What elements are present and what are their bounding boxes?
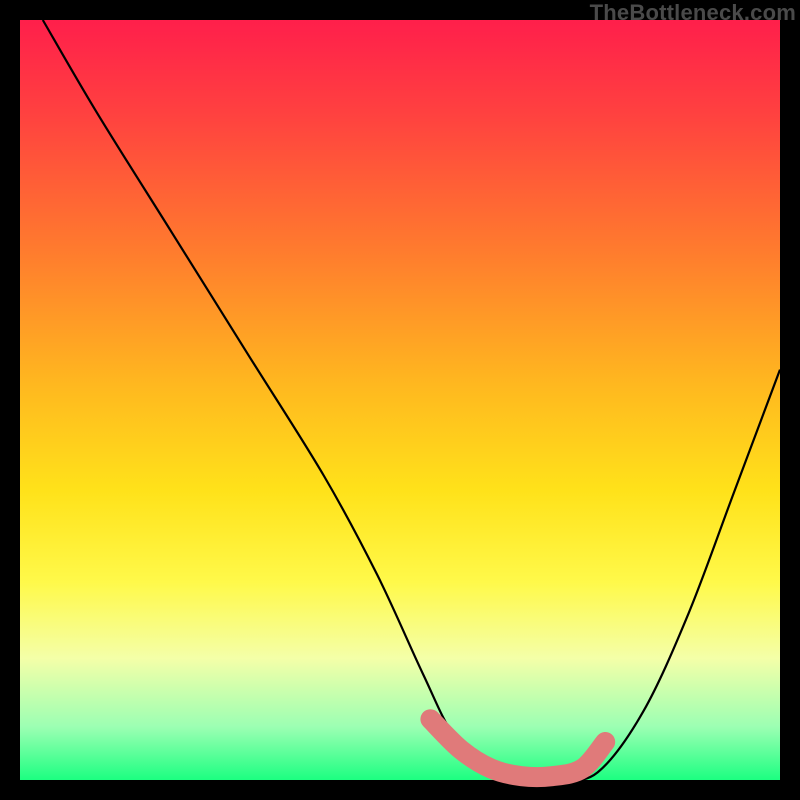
bottleneck-curve bbox=[43, 20, 780, 781]
curve-layer bbox=[20, 20, 780, 780]
plot-area bbox=[20, 20, 780, 780]
sweet-spot-band bbox=[430, 719, 605, 777]
outer-frame: TheBottleneck.com bbox=[0, 0, 800, 800]
branding-watermark: TheBottleneck.com bbox=[590, 0, 796, 26]
